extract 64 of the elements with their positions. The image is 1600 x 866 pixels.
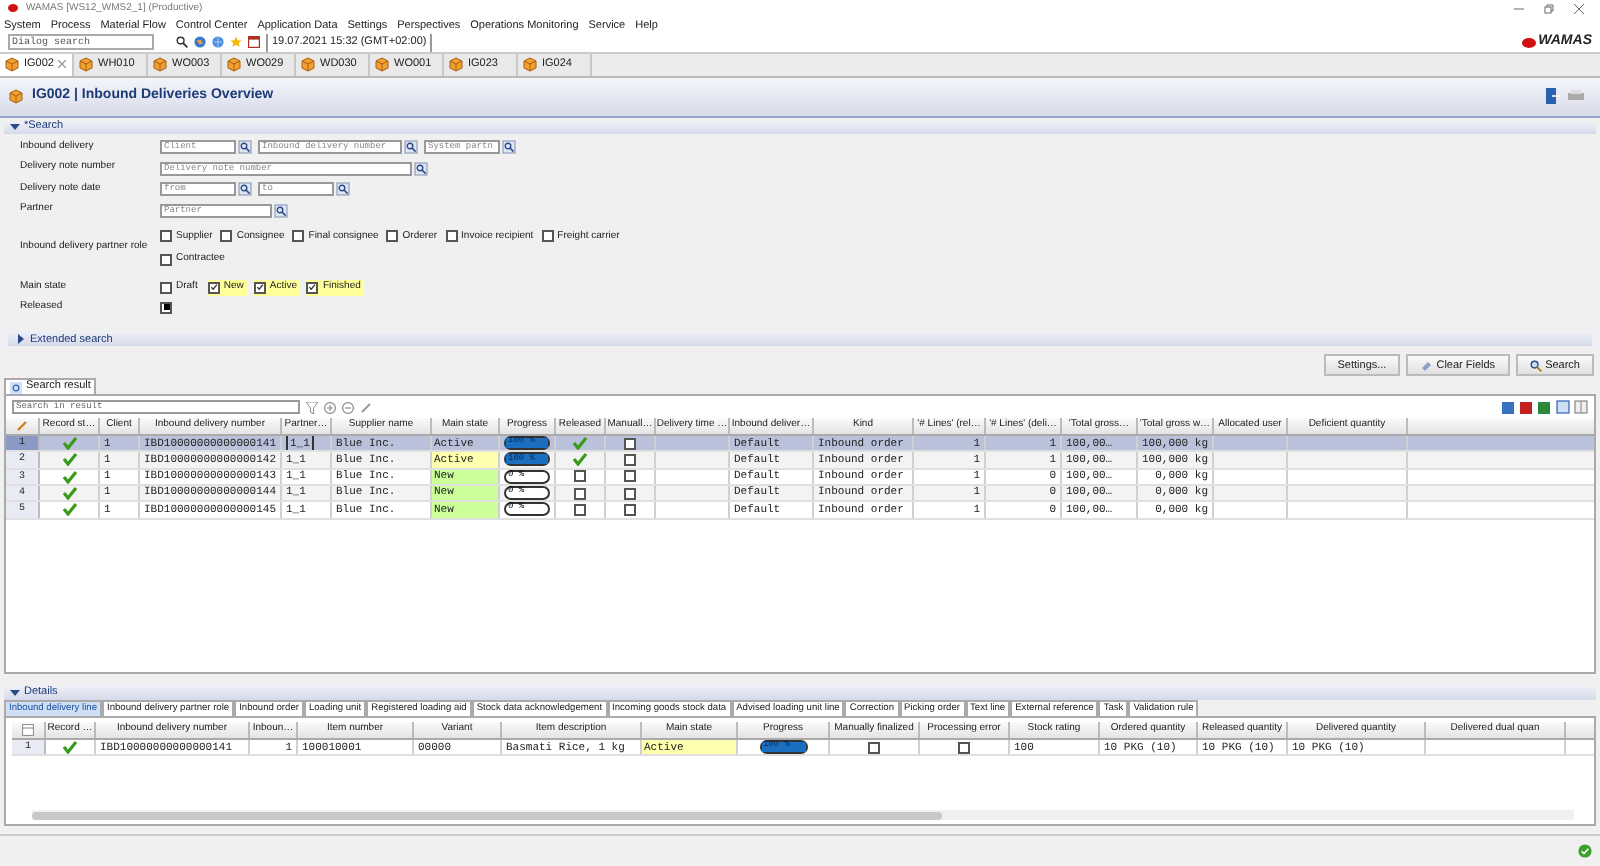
restore-icon[interactable] bbox=[1544, 3, 1554, 14]
tristate-checkbox[interactable] bbox=[160, 301, 172, 314]
lookup-icon[interactable] bbox=[502, 140, 516, 155]
checkbox[interactable] bbox=[574, 470, 586, 483]
search-icon bbox=[1529, 359, 1542, 372]
checkbox[interactable] bbox=[445, 230, 458, 243]
app-logo-icon bbox=[8, 4, 18, 13]
exit-icon[interactable] bbox=[1546, 88, 1560, 105]
close-icon[interactable] bbox=[57, 60, 66, 69]
minus-circle-icon[interactable] bbox=[342, 401, 354, 414]
table-icon[interactable] bbox=[22, 724, 34, 736]
checkbox[interactable] bbox=[207, 281, 220, 294]
checkbox[interactable] bbox=[306, 281, 319, 294]
lookup-icon[interactable] bbox=[404, 140, 418, 155]
checkbox[interactable] bbox=[574, 503, 586, 516]
checkbox[interactable] bbox=[160, 253, 172, 266]
calendar-icon[interactable] bbox=[248, 36, 260, 49]
checkbox[interactable] bbox=[624, 470, 636, 483]
status-ok-icon bbox=[1578, 844, 1592, 858]
expand-icon[interactable] bbox=[16, 334, 26, 345]
lookup-icon[interactable] bbox=[238, 182, 252, 197]
checkbox[interactable] bbox=[160, 230, 172, 243]
pencil-icon[interactable] bbox=[16, 420, 28, 433]
delivery-icon bbox=[8, 88, 24, 105]
globe-icon[interactable] bbox=[212, 36, 224, 49]
search-icon[interactable] bbox=[176, 36, 188, 49]
checkbox[interactable] bbox=[574, 487, 586, 500]
checkbox[interactable] bbox=[624, 453, 636, 466]
lookup-icon[interactable] bbox=[274, 203, 288, 218]
lookup-icon[interactable] bbox=[336, 182, 350, 197]
lookup-icon[interactable] bbox=[238, 140, 252, 155]
collapse-icon[interactable] bbox=[10, 122, 20, 133]
horizontal-scrollbar[interactable] bbox=[32, 810, 1574, 820]
package-icon bbox=[374, 56, 390, 73]
checkbox[interactable] bbox=[624, 487, 636, 500]
checkbox[interactable] bbox=[868, 741, 880, 754]
package-icon bbox=[226, 56, 242, 73]
checkbox[interactable] bbox=[253, 281, 266, 294]
package-icon bbox=[522, 56, 538, 73]
pencil-icon[interactable] bbox=[360, 401, 372, 414]
checkbox[interactable] bbox=[624, 503, 636, 516]
package-icon bbox=[78, 56, 94, 73]
checkbox[interactable] bbox=[386, 230, 399, 243]
plus-circle-icon[interactable] bbox=[324, 401, 336, 414]
columns-icon[interactable] bbox=[1574, 400, 1588, 415]
checkbox[interactable] bbox=[624, 437, 636, 450]
layout-icon[interactable] bbox=[1556, 400, 1570, 415]
checkbox[interactable] bbox=[220, 230, 233, 243]
package-icon bbox=[448, 56, 464, 73]
package-icon bbox=[152, 56, 168, 73]
close-icon[interactable] bbox=[1574, 3, 1584, 14]
checkbox[interactable] bbox=[160, 281, 172, 294]
package-icon bbox=[4, 56, 20, 73]
table-search-icon bbox=[10, 381, 22, 394]
checkbox[interactable] bbox=[541, 230, 554, 243]
filter-icon[interactable] bbox=[306, 401, 318, 414]
star-icon[interactable] bbox=[230, 36, 242, 49]
eraser-icon bbox=[1420, 359, 1433, 372]
checkbox[interactable] bbox=[958, 741, 970, 754]
checkbox[interactable] bbox=[292, 230, 305, 243]
globe-icon[interactable] bbox=[194, 36, 206, 49]
lookup-icon[interactable] bbox=[414, 161, 428, 176]
checkmark-icon bbox=[62, 740, 78, 755]
package-icon bbox=[300, 56, 316, 73]
